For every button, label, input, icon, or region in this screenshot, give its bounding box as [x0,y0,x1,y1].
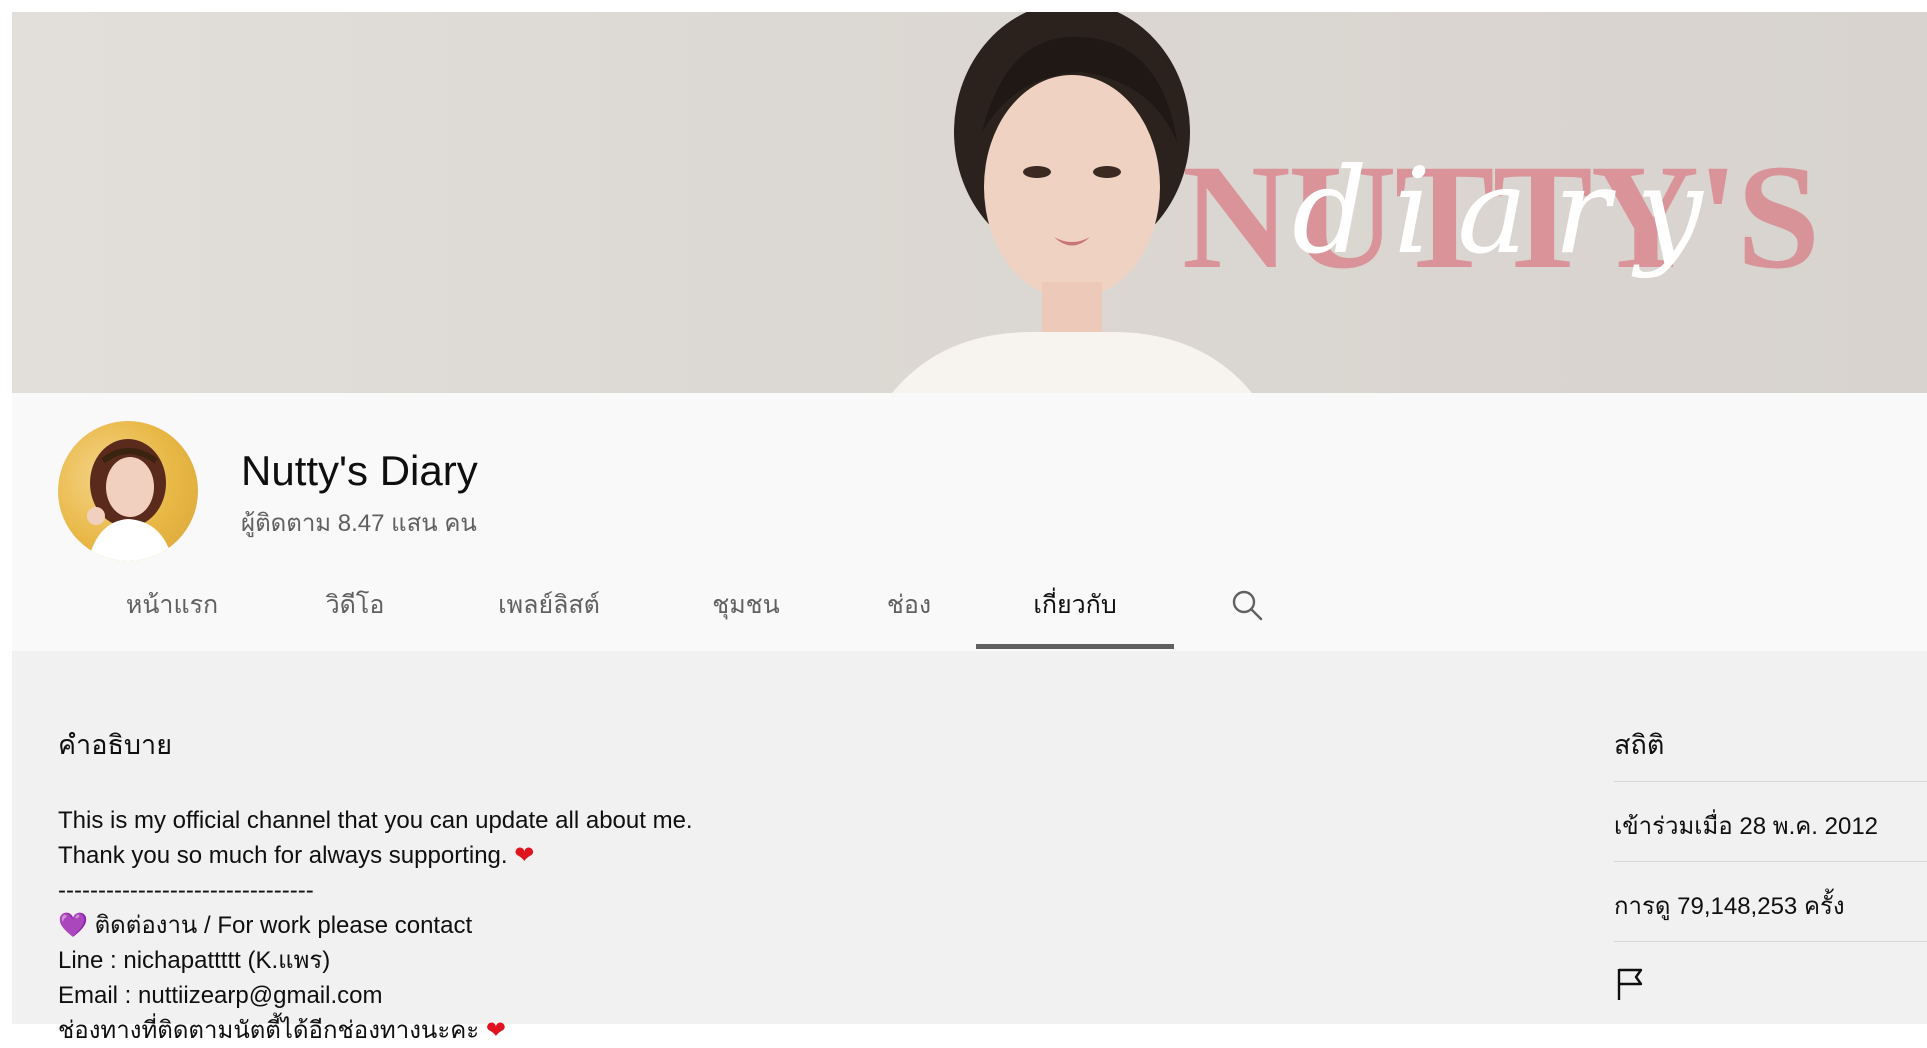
description-line: 💜 ติดต่องาน / For work please contact [58,908,693,943]
description-line: Line : nichapattttt (K.แพร) [58,947,331,974]
tab-playlists-label: เพลย์ลิสต์ [498,590,600,619]
channel-header: Nutty's Diary ผู้ติดตาม 8.47 แสน คน หน้า… [12,393,1927,651]
stat-views: การดู 79,148,253 ครั้ง [1614,893,1845,920]
heart-emoji: ❤ [514,842,535,869]
stats-divider [1614,781,1927,782]
channel-tabs: หน้าแรก วิดีโอ เพลย์ลิสต์ ชุมชน ช่อง เกี… [12,558,1312,651]
stats-divider [1614,861,1927,862]
description-line-text: ติดต่องาน / For work please contact [94,912,473,939]
tab-search-button[interactable] [1224,558,1270,651]
tab-home-label: หน้าแรก [125,590,219,619]
tab-home[interactable]: หน้าแรก [106,558,238,651]
channel-avatar[interactable] [58,421,198,561]
banner-logo-script: diary [1292,142,1729,280]
description-line-text: Thank you so much for always supporting. [58,842,508,869]
purple-heart-emoji: 💜 [58,912,88,939]
tab-community-label: ชุมชน [712,590,780,619]
flag-icon[interactable] [1616,967,1646,1001]
tab-videos[interactable]: วิดีโอ [302,558,408,651]
heart-emoji: ❤ [485,1017,506,1044]
description-line: This is my official channel that you can… [58,807,693,834]
tab-channels-label: ช่อง [886,590,932,619]
description-line: Email : nuttiizearp@gmail.com [58,982,383,1009]
search-icon [1232,590,1263,620]
description-line: Thank you so much for always supporting.… [58,838,693,873]
tab-community[interactable]: ชุมชน [692,558,800,651]
stats-divider [1614,941,1927,942]
description-body: This is my official channel that you can… [58,803,693,1048]
tab-about-label: เกี่ยวกับ [1033,590,1117,619]
tab-playlists[interactable]: เพลย์ลิสต์ [478,558,620,651]
stats-title: สถิติ [1614,730,1665,760]
channel-name: Nutty's Diary [241,447,478,494]
subscriber-count: ผู้ติดตาม 8.47 แสน คน [241,510,477,537]
banner-logo: NUTTY'S diary [1182,142,1820,292]
about-content: คำอธิบาย This is my official channel tha… [12,651,1927,1044]
tab-videos-label: วิดีโอ [325,590,385,619]
channel-banner: NUTTY'S diary [12,12,1927,393]
description-title: คำอธิบาย [58,730,173,760]
description-line-text: ช่องทางที่ติดตามนัตตี้ได้อีกช่องทางนะคะ [58,1017,480,1044]
description-divider: -------------------------------- [58,877,314,904]
tab-about[interactable]: เกี่ยวกับ [976,558,1174,651]
tab-channels[interactable]: ช่อง [866,558,952,651]
avatar-image [87,439,173,561]
stat-joined: เข้าร่วมเมื่อ 28 พ.ค. 2012 [1614,813,1879,840]
description-line: ช่องทางที่ติดตามนัตตี้ได้อีกช่องทางนะคะ … [58,1013,693,1048]
